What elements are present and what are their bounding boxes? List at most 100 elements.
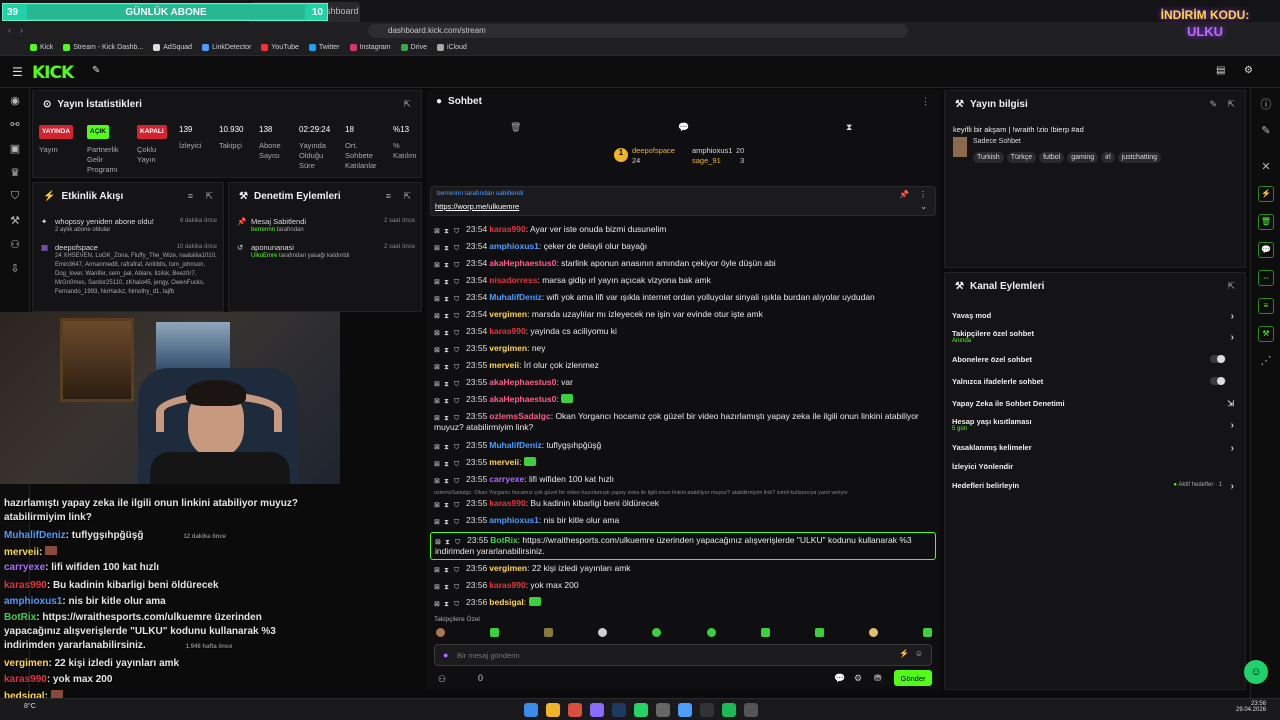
delete-icon[interactable]: ⊠ bbox=[434, 565, 442, 574]
message-username[interactable]: merveii bbox=[489, 360, 519, 370]
help-chat-icon[interactable]: ☺ bbox=[1244, 660, 1268, 684]
spotify-icon[interactable] bbox=[722, 703, 736, 717]
browser-icon[interactable] bbox=[568, 703, 582, 717]
popout-icon[interactable]: ⇱ bbox=[1227, 281, 1235, 292]
ban-icon[interactable]: ⛉ bbox=[454, 243, 462, 252]
message-username[interactable]: vergimen bbox=[489, 309, 527, 319]
timeout-icon[interactable]: ⧗ bbox=[444, 565, 452, 574]
timeout-icon[interactable]: ⧗ bbox=[444, 311, 452, 320]
delete-icon[interactable]: ⊠ bbox=[434, 243, 442, 252]
dashboard-icon[interactable]: ◉ bbox=[8, 94, 22, 108]
action-followers-only[interactable]: Takipçilere özel sohbet Anında › bbox=[952, 329, 1242, 344]
toggle-switch[interactable] bbox=[1210, 377, 1226, 385]
popout-icon[interactable]: ⇱ bbox=[403, 191, 411, 202]
ban-icon[interactable]: ⛉ bbox=[454, 226, 462, 235]
action-ai-moderation[interactable]: Yapay Zeka ile Sohbet Denetimi ⇲ bbox=[952, 399, 1242, 408]
timeout-icon[interactable]: ⧗ bbox=[444, 260, 452, 269]
app-icon[interactable] bbox=[700, 703, 714, 717]
points-icon[interactable]: ⚇ bbox=[438, 674, 446, 685]
command-icon[interactable]: ⚡ bbox=[899, 649, 909, 658]
message-username[interactable]: akaHephaestus0 bbox=[489, 258, 556, 268]
users-icon[interactable]: ⚇ bbox=[8, 238, 22, 252]
edit-icon[interactable]: ✎ bbox=[1209, 99, 1217, 110]
app-icon[interactable] bbox=[678, 703, 692, 717]
bookmark[interactable]: YouTube bbox=[261, 44, 299, 51]
back-icon[interactable]: ‹ bbox=[8, 25, 11, 35]
filter-icon[interactable]: ≡ bbox=[188, 191, 193, 201]
message-username[interactable]: amphioxus1 bbox=[489, 241, 539, 251]
trophy-icon[interactable]: ♛ bbox=[8, 166, 22, 180]
delete-icon[interactable]: ⊠ bbox=[434, 345, 442, 354]
delete-icon[interactable]: ⊠ bbox=[434, 328, 442, 337]
delete-icon[interactable]: ⊠ bbox=[434, 260, 442, 269]
emote-icon[interactable] bbox=[706, 628, 716, 637]
app-icon[interactable] bbox=[590, 703, 604, 717]
bolt-icon[interactable]: ⚡ bbox=[1258, 186, 1274, 202]
delete-icon[interactable]: ⊠ bbox=[434, 442, 442, 451]
ban-icon[interactable]: ⛉ bbox=[454, 328, 462, 337]
steam-icon[interactable] bbox=[612, 703, 626, 717]
message-username[interactable]: vergimen bbox=[489, 563, 527, 573]
ban-icon[interactable]: ⛉ bbox=[454, 476, 462, 485]
action-banned-words[interactable]: Yasaklanmış kelimeler › bbox=[952, 443, 1242, 454]
ban-icon[interactable]: ⛉ bbox=[454, 599, 462, 608]
layout-icon[interactable]: ▤ bbox=[1216, 65, 1225, 76]
trash-icon[interactable]: 🗑 bbox=[1258, 214, 1274, 230]
pin-icon[interactable]: ✎ bbox=[92, 65, 100, 76]
bookmark[interactable]: AdSquad bbox=[153, 44, 192, 51]
ban-icon[interactable]: ⛉ bbox=[454, 459, 462, 468]
ban-icon[interactable]: ⛉ bbox=[454, 277, 462, 286]
ban-icon[interactable]: ⛉ bbox=[454, 260, 462, 269]
chat-icon[interactable]: 💬 bbox=[1258, 242, 1274, 258]
shield-icon[interactable]: ⛉ bbox=[8, 190, 22, 204]
close-icon[interactable]: ✕ bbox=[1259, 160, 1273, 174]
timeout-icon[interactable]: ⧗ bbox=[444, 226, 452, 235]
message-username[interactable]: nisadorress bbox=[489, 275, 537, 285]
message-username[interactable]: BotRix bbox=[490, 535, 517, 545]
bookmark[interactable]: Stream - Kick Dashb... bbox=[63, 44, 143, 51]
message-username[interactable]: carryexe bbox=[489, 474, 524, 484]
emote-icon[interactable] bbox=[760, 628, 770, 637]
timeout-icon[interactable]: ⧗ bbox=[444, 345, 452, 354]
bookmark[interactable]: LinkDetector bbox=[202, 44, 251, 51]
ban-icon[interactable]: ⛉ bbox=[454, 294, 462, 303]
message-username[interactable]: karas990 bbox=[489, 326, 525, 336]
action-account-age[interactable]: Hesap yaşı kısıtlaması 5 gün › bbox=[952, 417, 1242, 432]
chat-icon[interactable]: 💬 bbox=[834, 673, 845, 684]
timeout-icon[interactable]: ⧗ bbox=[444, 243, 452, 252]
message-username[interactable]: merveii bbox=[489, 457, 519, 467]
app-icon[interactable] bbox=[744, 703, 758, 717]
gear-icon[interactable]: ⚙ bbox=[854, 673, 862, 684]
hourglass-icon[interactable]: ⧗ bbox=[846, 122, 852, 133]
bookmark[interactable]: Twitter bbox=[308, 44, 340, 51]
start-icon[interactable] bbox=[524, 703, 538, 717]
message-username[interactable]: karas990 bbox=[489, 224, 525, 234]
delete-icon[interactable]: ⊠ bbox=[434, 379, 442, 388]
ban-icon[interactable]: ⛉ bbox=[454, 396, 462, 405]
message-username[interactable]: karas990 bbox=[489, 580, 525, 590]
ban-icon[interactable]: ⛉ bbox=[454, 582, 462, 591]
mic-icon[interactable]: ● bbox=[443, 650, 448, 660]
timeout-icon[interactable]: ⧗ bbox=[444, 517, 452, 526]
delete-icon[interactable]: ⊠ bbox=[434, 311, 442, 320]
emote-icon[interactable] bbox=[652, 628, 662, 637]
send-button[interactable]: Gönder bbox=[894, 670, 932, 686]
action-subs-only[interactable]: Abonelere özel sohbet bbox=[952, 355, 1242, 364]
more-icon[interactable]: ⋮ bbox=[919, 190, 927, 199]
emoji-icon[interactable]: ☺ bbox=[915, 649, 923, 658]
action-goals[interactable]: Hedefleri belirleyin ● Aktif hedefler · 1… bbox=[952, 481, 1242, 492]
nodes-icon[interactable]: ⋰ bbox=[1259, 354, 1273, 368]
delete-icon[interactable]: ⊠ bbox=[434, 500, 442, 509]
delete-icon[interactable]: ⊠ bbox=[434, 362, 442, 371]
filter-icon[interactable]: ≡ bbox=[386, 191, 391, 201]
delete-icon[interactable]: ⊠ bbox=[434, 413, 442, 422]
timeout-icon[interactable]: ⧗ bbox=[444, 459, 452, 468]
ban-icon[interactable]: ⛉ bbox=[454, 517, 462, 526]
timeout-icon[interactable]: ⧗ bbox=[444, 362, 452, 371]
more-icon[interactable]: ⋮ bbox=[921, 96, 930, 107]
popout-icon[interactable]: ⇱ bbox=[205, 191, 213, 202]
chat-icon[interactable]: 💬 bbox=[678, 122, 689, 133]
message-username[interactable]: amphioxus1 bbox=[489, 515, 539, 525]
bookmark[interactable]: Kick bbox=[30, 44, 53, 51]
settings-icon[interactable]: ⚙ bbox=[1244, 65, 1253, 76]
